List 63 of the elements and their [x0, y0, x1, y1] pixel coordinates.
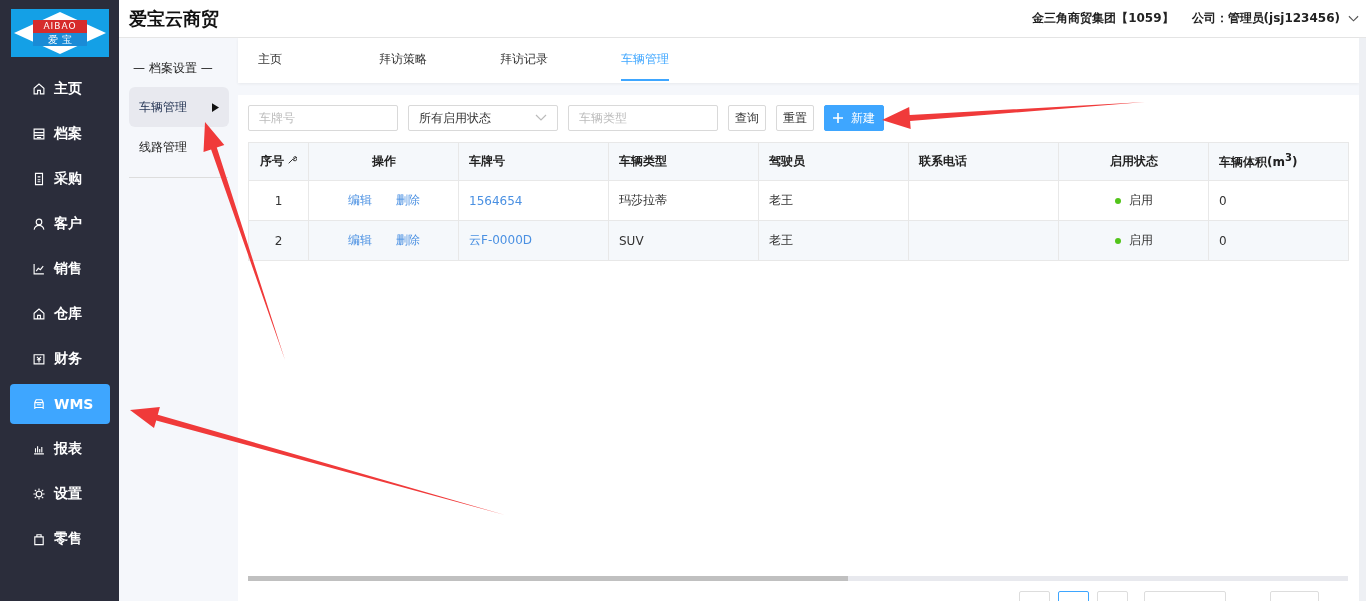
nav-item[interactable]: 报表 [10, 429, 110, 469]
nav-icon [32, 352, 46, 366]
column-header: 操作 [308, 142, 459, 181]
column-header: 启用状态 [1058, 142, 1209, 181]
nav-item[interactable]: 财务 [10, 339, 110, 379]
filter-button[interactable]: 查询 [728, 105, 766, 131]
nav-icon [32, 262, 46, 276]
nav-item[interactable]: 客户 [10, 204, 110, 244]
column-header: 序号 [248, 142, 309, 181]
column-header: 驾驶员 [758, 142, 909, 181]
horizontal-scrollbar[interactable] [248, 576, 1348, 581]
wrench-icon[interactable] [287, 155, 297, 165]
vertical-scrollbar[interactable] [1359, 38, 1366, 601]
nav-item[interactable]: 设置 [10, 474, 110, 514]
logo-text: 爱 宝 [47, 33, 73, 46]
subnav-heading: — 档案设置 — [133, 60, 214, 77]
nav-item[interactable]: 主页 [10, 69, 110, 109]
nav-item[interactable]: 档案 [10, 114, 110, 154]
vehicle-type-field[interactable]: 车辆类型 [568, 105, 718, 131]
column-header: 联系电话 [908, 142, 1059, 181]
nav-item[interactable]: 销售 [10, 249, 110, 289]
subnav-item[interactable]: 车辆管理 [129, 87, 229, 127]
table-cell: SUV [619, 233, 644, 248]
action-link[interactable]: 删除 [395, 193, 420, 207]
table-cell: 2 [274, 233, 283, 248]
status-select[interactable]: 所有启用状态 [408, 105, 558, 131]
chevron-down-icon[interactable] [1348, 14, 1359, 23]
table-cell: 老王 [769, 233, 793, 247]
nav-item[interactable]: 仓库 [10, 294, 110, 334]
action-link[interactable]: 编辑 [347, 193, 372, 207]
logo-text: AIBAO [42, 20, 78, 33]
nav-icon [32, 82, 46, 96]
nav-icon [32, 217, 46, 231]
user-menu[interactable]: 公司：管理员(jsj123456) [1191, 10, 1340, 27]
nav-icon [32, 532, 46, 546]
status-text: 启用 [1128, 193, 1153, 207]
table-cell: 老王 [769, 193, 793, 207]
table-cell: 0 [1219, 233, 1227, 248]
tab[interactable]: 主页 [258, 38, 379, 83]
app-title: 爱宝云商贸 [129, 6, 220, 31]
nav-icon [32, 172, 46, 186]
tab[interactable]: 拜访策略 [379, 38, 500, 83]
status-text: 启用 [1128, 233, 1153, 247]
nav-item[interactable]: 零售 [10, 519, 110, 559]
column-header: 车辆体积(m$^{3}$) [1208, 142, 1349, 181]
nav-icon [32, 487, 46, 501]
filter-button[interactable]: 重置 [776, 105, 814, 131]
tab[interactable]: 拜访记录 [500, 38, 621, 83]
nav-icon [32, 397, 46, 411]
column-header: 车牌号 [458, 142, 609, 181]
nav-item[interactable]: 采购 [10, 159, 110, 199]
subnav-item[interactable]: 线路管理 [129, 127, 229, 167]
nav-icon [32, 127, 46, 141]
table-cell: 1 [274, 193, 283, 208]
table-cell: 0 [1219, 193, 1227, 208]
plate-field[interactable]: 车牌号 [248, 105, 398, 131]
table-cell: 玛莎拉蒂 [619, 193, 667, 207]
caret-right-icon [212, 102, 219, 112]
company-name: 金三角商贸集团【1059】 [1032, 10, 1174, 27]
nav-icon [32, 307, 46, 321]
logo-diamond-icon [11, 9, 109, 57]
column-header: 车辆类型 [608, 142, 759, 181]
plus-icon [833, 113, 843, 123]
